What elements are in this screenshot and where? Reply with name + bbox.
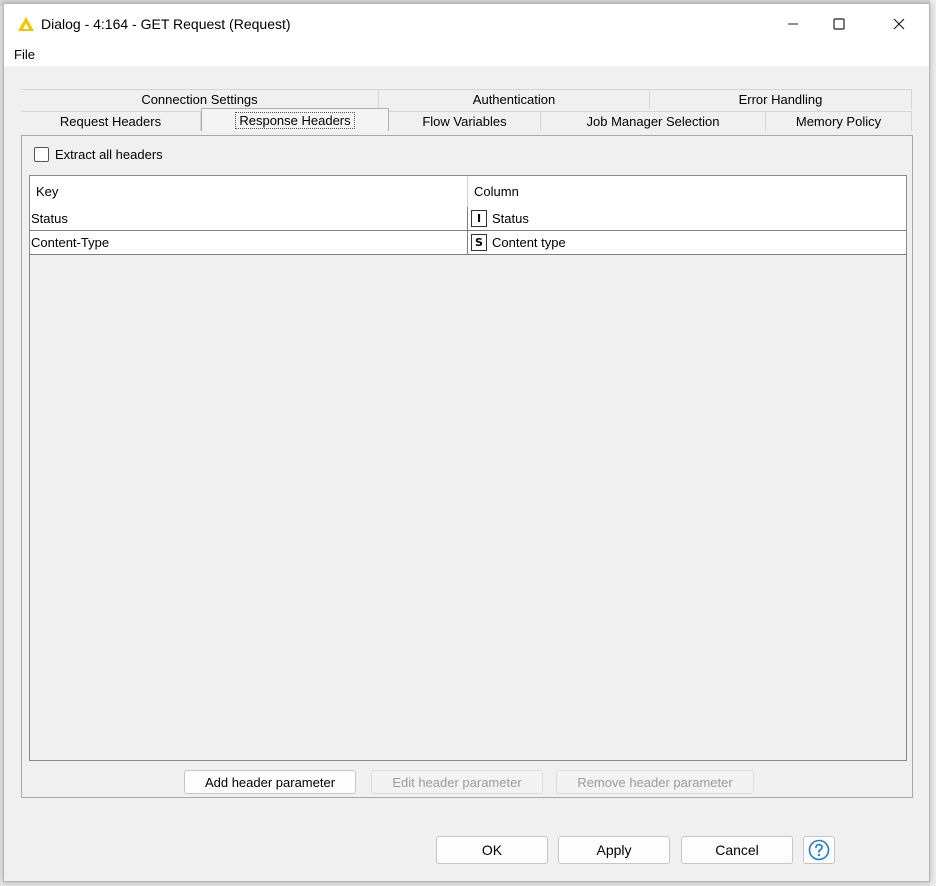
- string-type-icon: S: [471, 234, 487, 251]
- tab-job-manager-selection[interactable]: Job Manager Selection: [541, 111, 766, 131]
- tab-request-headers[interactable]: Request Headers: [21, 111, 201, 131]
- table-row[interactable]: Content-Type S Content type: [30, 231, 906, 255]
- close-icon: [893, 18, 905, 30]
- headers-table: Key Column Status I Status Content-Type …: [29, 175, 907, 761]
- row-column-cell[interactable]: I Status: [468, 207, 906, 230]
- tab-error-handling[interactable]: Error Handling: [650, 89, 912, 109]
- remove-header-parameter-button[interactable]: Remove header parameter: [556, 770, 754, 794]
- background-workspace-edge: [930, 0, 936, 886]
- maximize-icon: [833, 18, 845, 30]
- close-button[interactable]: [876, 4, 922, 44]
- apply-button[interactable]: Apply: [558, 836, 670, 864]
- menu-file[interactable]: File: [14, 47, 35, 62]
- tab-flow-variables[interactable]: Flow Variables: [389, 111, 541, 131]
- table-header: Key Column: [30, 176, 906, 208]
- extract-all-headers-checkbox[interactable]: [34, 147, 49, 162]
- title-bar: Dialog - 4:164 - GET Request (Request): [4, 4, 929, 44]
- help-icon: [808, 839, 830, 861]
- maximize-button[interactable]: [816, 4, 862, 44]
- column-header-column[interactable]: Column: [468, 176, 906, 207]
- column-name: Content type: [492, 235, 566, 250]
- row-key-cell[interactable]: Status: [30, 207, 468, 230]
- table-row[interactable]: Status I Status: [30, 207, 906, 231]
- cancel-button[interactable]: Cancel: [681, 836, 793, 864]
- window-title: Dialog - 4:164 - GET Request (Request): [41, 16, 291, 32]
- add-header-parameter-button[interactable]: Add header parameter: [184, 770, 356, 794]
- tab-response-headers[interactable]: Response Headers: [201, 108, 389, 131]
- extract-all-headers-label: Extract all headers: [55, 147, 163, 162]
- response-headers-panel: Extract all headers Key Column Status I …: [21, 135, 913, 798]
- extract-all-headers-option[interactable]: Extract all headers: [34, 147, 163, 162]
- row-key-cell[interactable]: Content-Type: [30, 231, 468, 254]
- tab-authentication[interactable]: Authentication: [379, 89, 650, 109]
- integer-type-icon: I: [471, 210, 487, 227]
- knime-triangle-icon: [18, 17, 34, 31]
- menu-bar: File: [4, 44, 929, 66]
- ok-button[interactable]: OK: [436, 836, 548, 864]
- tab-memory-policy[interactable]: Memory Policy: [766, 111, 912, 131]
- column-header-key[interactable]: Key: [30, 176, 468, 207]
- tab-strip: Connection Settings Authentication Error…: [21, 89, 912, 132]
- tab-connection-settings[interactable]: Connection Settings: [21, 89, 379, 109]
- minimize-button[interactable]: [770, 4, 816, 44]
- row-column-cell[interactable]: S Content type: [468, 231, 906, 254]
- dialog-window: Dialog - 4:164 - GET Request (Request) F…: [3, 3, 930, 882]
- edit-header-parameter-button[interactable]: Edit header parameter: [371, 770, 543, 794]
- help-button[interactable]: [803, 836, 835, 864]
- minimize-icon: [788, 23, 798, 25]
- column-name: Status: [492, 211, 529, 226]
